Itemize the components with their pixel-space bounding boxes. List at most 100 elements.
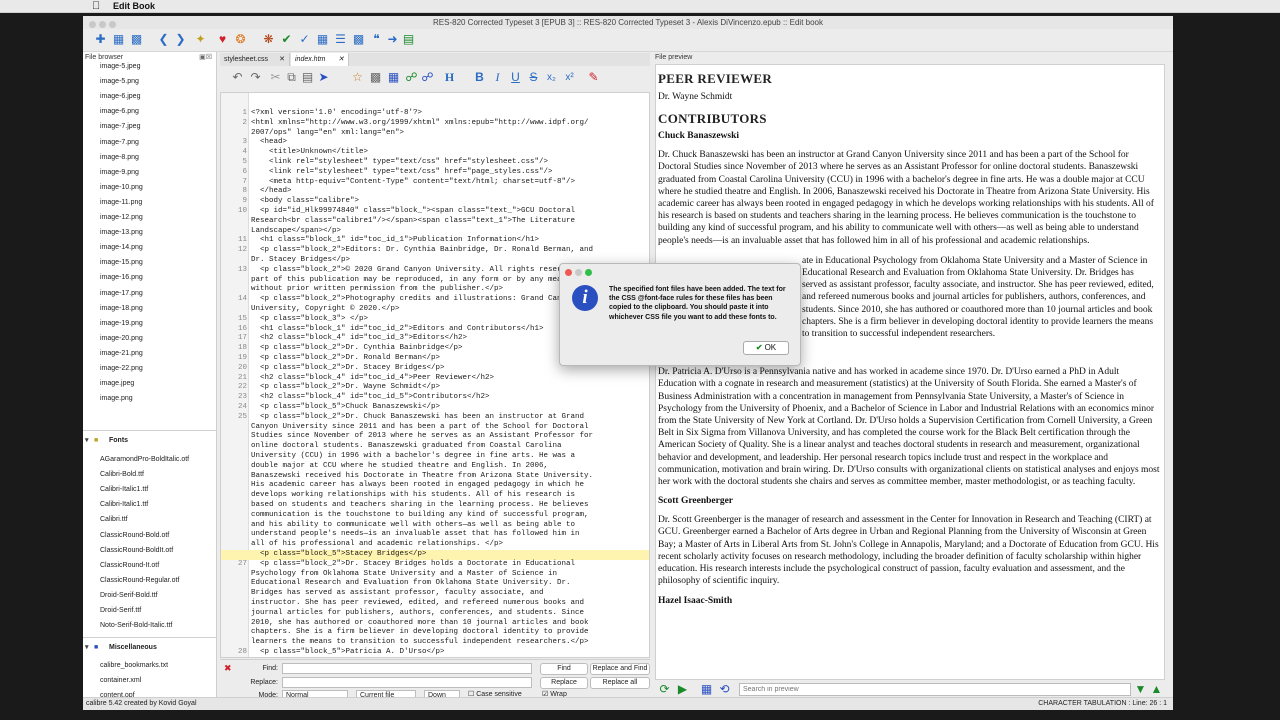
file-list-item[interactable]: calibre_bookmarks.txt — [100, 661, 168, 671]
heading-icon[interactable]: H — [442, 70, 457, 85]
chevron-down-icon[interactable]: ▾ — [85, 642, 89, 654]
new-file-icon[interactable]: ✚ — [93, 32, 108, 47]
replace-all-button[interactable]: Replace all — [590, 677, 650, 689]
file-list-item[interactable]: Calibri-Italic1.ttf — [100, 485, 148, 495]
next-match-icon[interactable]: ▼ — [1133, 682, 1148, 697]
code-line[interactable]: Studies since November of 2013 where he … — [251, 432, 647, 442]
code-line[interactable]: His academic career has always been root… — [251, 481, 647, 491]
code-line[interactable]: <head> — [251, 138, 647, 148]
file-list-item[interactable]: Noto-Serif-Bold-Italic.ttf — [100, 621, 172, 631]
code-line[interactable]: communication is the touchstone to build… — [251, 511, 647, 521]
close-icon[interactable]: ✕ — [338, 53, 344, 66]
replace-button[interactable]: Replace — [540, 677, 588, 689]
code-line[interactable]: <title>Unknown</title> — [251, 148, 647, 158]
report-icon[interactable]: ▦ — [315, 32, 330, 47]
file-list-item[interactable]: image.png — [100, 394, 133, 404]
code-line[interactable]: Banaszewski received his Doctorate in Th… — [251, 472, 647, 482]
code-line[interactable]: 2010, she has authored or coauthored mor… — [251, 619, 647, 629]
split-icon[interactable]: ▦ — [699, 682, 714, 697]
code-line[interactable]: <p class="block_2">Dr. Chuck Banaszewski… — [251, 413, 647, 423]
apple-menu-icon[interactable]:  — [92, 0, 100, 13]
images-icon[interactable]: ▩ — [351, 32, 366, 47]
arrow-icon[interactable]: ➜ — [385, 32, 400, 47]
find-button[interactable]: Find — [540, 663, 588, 675]
code-line[interactable]: Educational Research and Evaluation from… — [251, 579, 647, 589]
panel-float-close-icon[interactable]: ▣☒ — [199, 53, 212, 61]
file-list-item[interactable]: image-5.png — [100, 77, 139, 87]
spellcheck-icon[interactable]: ✓ — [297, 32, 312, 47]
smarten-icon[interactable]: ☍ — [420, 70, 435, 85]
code-line[interactable]: <h1 class="block_1" id="toc_id_1">Public… — [251, 236, 647, 246]
code-line[interactable]: <meta http-equiv="Content-Type" content=… — [251, 178, 647, 188]
preview-search-input[interactable] — [739, 683, 1131, 696]
file-list-item[interactable]: image-7.png — [100, 138, 139, 148]
code-line[interactable]: and his ability to communicate well with… — [251, 521, 647, 531]
file-list-item[interactable]: image-19.png — [100, 319, 143, 329]
file-list-item[interactable]: image-15.png — [100, 258, 143, 268]
dialog-traffic-lights[interactable] — [565, 267, 595, 279]
file-list-item[interactable]: image.jpeg — [100, 379, 134, 389]
code-line[interactable]: <p class="block_2">Editors: Dr. Cynthia … — [251, 246, 647, 256]
code-line[interactable]: 2007/ops" lang="en" xml:lang="en"> — [251, 129, 647, 139]
code-line[interactable]: instructor. She has peer reviewed, edite… — [251, 599, 647, 609]
code-editor[interactable]: 1 2 3 4 5 6 7 8 9 10 11 12 13 14 15 16 17 18 19 20 21 22 23 24 2… — [220, 92, 650, 658]
underline-icon[interactable]: U — [508, 70, 523, 85]
code-line[interactable]: learners the means to transition to succ… — [251, 638, 647, 648]
code-line[interactable]: <p id="id_Hlk99974840" class="block_"><s… — [251, 207, 647, 217]
close-icon[interactable]: ✕ — [279, 53, 285, 66]
code-line[interactable]: Research<br class="calibre1"/></span><sp… — [251, 217, 647, 227]
code-line[interactable]: University (CCU) in 1996 with a bachelor… — [251, 452, 647, 462]
insert-char-icon[interactable]: ☆ — [350, 70, 365, 85]
code-line[interactable]: develops working relationships with his … — [251, 491, 647, 501]
superscript-icon[interactable]: x² — [562, 70, 577, 85]
code-line[interactable]: all of his professional and academic rel… — [251, 540, 647, 550]
code-line[interactable]: <h2 class="block_4" id="toc_id_5">Contri… — [251, 393, 647, 403]
forward-icon[interactable]: ❯ — [173, 32, 188, 47]
bug-icon[interactable]: ❋ — [261, 32, 276, 47]
file-list-item[interactable]: image-6.png — [100, 107, 139, 117]
replace-input[interactable] — [282, 677, 532, 688]
toc-icon[interactable]: ☰ — [333, 32, 348, 47]
lifebuoy-icon[interactable]: ❂ — [233, 32, 248, 47]
code-line[interactable]: <?xml version='1.0' encoding='utf-8'?> — [251, 109, 647, 119]
file-list-item[interactable]: Droid-Serif-Bold.ttf — [100, 591, 158, 601]
file-list-item[interactable]: Calibri-Italic1.ttf — [100, 500, 148, 510]
file-list-item[interactable]: image-14.png — [100, 243, 143, 253]
code-line[interactable]: <p class="block_5">Chuck Banaszewski</p> — [251, 403, 647, 413]
code-line[interactable]: <h2 class="block_4" id="toc_id_4">Peer R… — [251, 374, 647, 384]
file-list-item[interactable]: image-21.png — [100, 349, 143, 359]
file-list-item[interactable]: image-11.png — [100, 198, 142, 208]
file-list-item[interactable]: image-20.png — [100, 334, 143, 344]
code-line[interactable]: <html xmlns="http://www.w3.org/1999/xhtm… — [251, 119, 647, 129]
code-line[interactable]: based on students and teachers sharing i… — [251, 501, 647, 511]
check-book-icon[interactable]: ✔ — [279, 32, 294, 47]
file-list-item[interactable]: image-17.png — [100, 289, 143, 299]
code-line[interactable]: <p class="block_2">Dr. Wayne Schmidt</p> — [251, 383, 647, 393]
find-input[interactable] — [282, 663, 532, 674]
chevron-down-icon[interactable]: ▾ — [85, 435, 89, 447]
file-list-item[interactable]: image-9.png — [100, 168, 139, 178]
file-list-item[interactable]: Calibri-Bold.ttf — [100, 470, 144, 480]
misc-category-label[interactable]: Miscellaneous — [109, 642, 157, 654]
wand-icon[interactable]: ✦ — [193, 32, 208, 47]
open-book-icon[interactable]: ▦ — [111, 32, 126, 47]
file-list-item[interactable]: image-18.png — [100, 304, 143, 314]
file-list-item[interactable]: image-8.png — [100, 153, 139, 163]
cut-icon[interactable]: ✂ — [268, 70, 283, 85]
file-list-item[interactable]: container.xml — [100, 676, 141, 686]
copy-icon[interactable]: ⧉ — [284, 70, 299, 85]
save-icon[interactable]: ▩ — [129, 32, 144, 47]
insert-link-icon[interactable]: ▦ — [386, 70, 401, 85]
ok-button[interactable]: ✔ OK — [743, 341, 789, 355]
insert-tag-icon[interactable]: ☍ — [404, 70, 419, 85]
code-line[interactable]: understand people's needs—is an invaluab… — [251, 530, 647, 540]
code-line[interactable]: <link rel="stylesheet" type="text/css" h… — [251, 158, 647, 168]
file-list-item[interactable]: image-12.png — [100, 213, 143, 223]
code-line[interactable]: Bridges has served as assistant professo… — [251, 589, 647, 599]
file-list-item[interactable]: image-22.png — [100, 364, 143, 374]
file-list-item[interactable]: AGaramondPro-BoldItalic.otf — [100, 455, 189, 465]
refresh-icon[interactable]: ⟳ — [657, 682, 672, 697]
code-line[interactable]: <link rel="stylesheet" type="text/css" h… — [251, 168, 647, 178]
stats-icon[interactable]: ▤ — [401, 32, 416, 47]
quote-icon[interactable]: ❝ — [369, 32, 384, 47]
